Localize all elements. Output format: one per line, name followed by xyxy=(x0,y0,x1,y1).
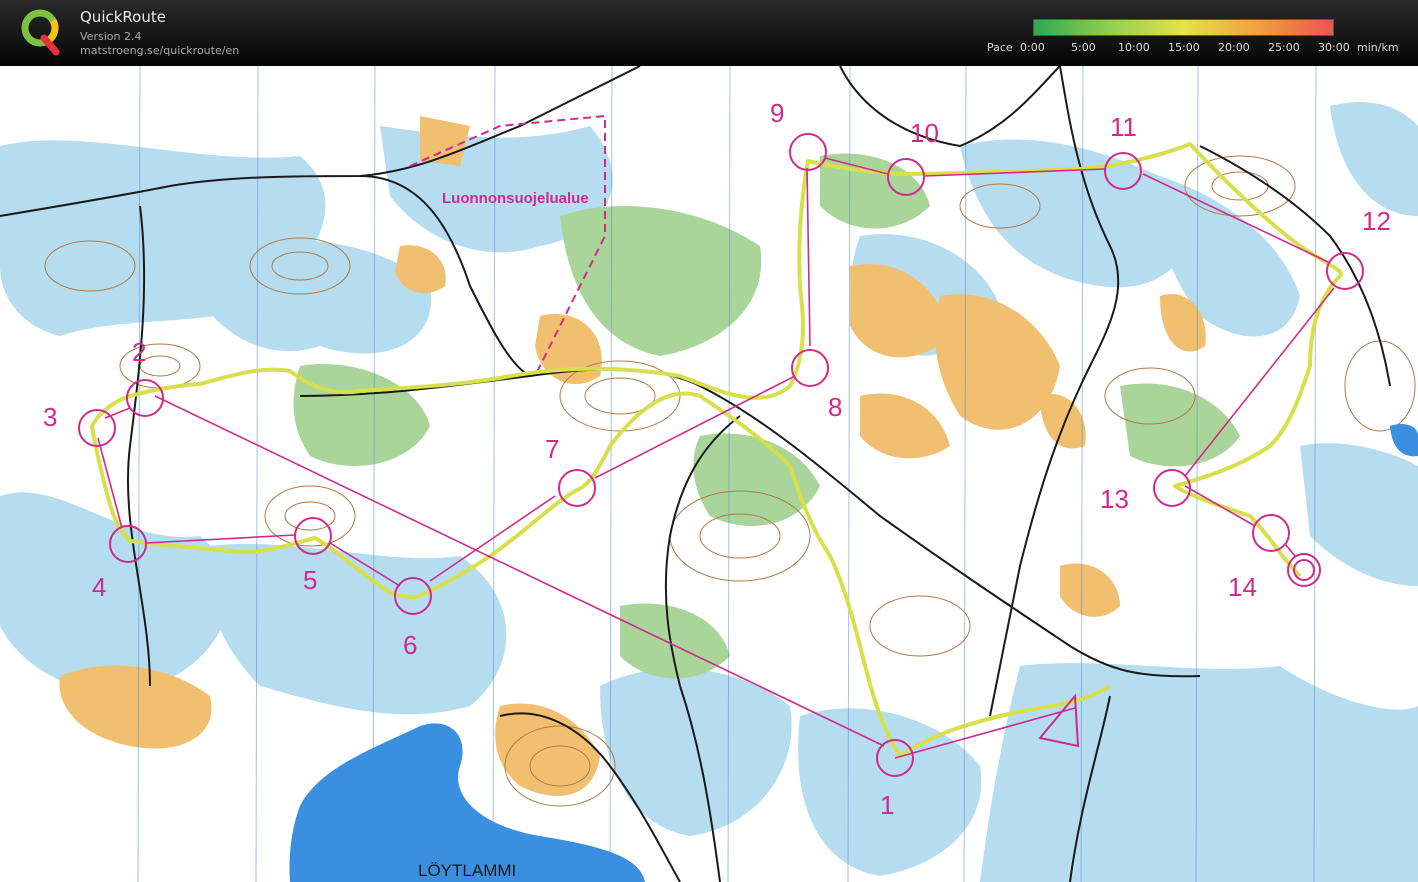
control-1-number: 1 xyxy=(880,790,894,820)
control-10-number: 10 xyxy=(910,118,939,148)
pace-tick-0: 0:00 xyxy=(1020,41,1045,54)
control-14-number: 14 xyxy=(1228,572,1257,602)
control-6-number: 6 xyxy=(403,630,417,660)
control-3-number: 3 xyxy=(43,402,57,432)
pace-tick-1: 5:00 xyxy=(1071,41,1096,54)
pace-unit: min/km xyxy=(1357,41,1399,54)
control-8-number: 8 xyxy=(828,392,842,422)
pace-tick-6: 30:00 xyxy=(1318,41,1350,54)
control-7-number: 7 xyxy=(545,434,559,464)
control-9-number: 9 xyxy=(770,98,784,128)
app-url[interactable]: matstroeng.se/quickroute/en xyxy=(80,44,239,57)
app-name: QuickRoute xyxy=(80,8,166,26)
pace-tick-4: 20:00 xyxy=(1218,41,1250,54)
pace-label: Pace xyxy=(987,41,1013,54)
app-header: QuickRoute Version 2.4 matstroeng.se/qui… xyxy=(0,0,1418,66)
protected-area-label: Luonnonsuojelualue xyxy=(442,190,589,207)
orienteering-map[interactable]: Luonnonsuojelualue LÖYTLAMMI 1 2 3 4 5 6… xyxy=(0,66,1418,882)
pace-tick-3: 15:00 xyxy=(1168,41,1200,54)
pace-tick-5: 25:00 xyxy=(1268,41,1300,54)
lake-label: LÖYTLAMMI xyxy=(418,861,516,880)
pace-tick-2: 10:00 xyxy=(1118,41,1150,54)
control-5-number: 5 xyxy=(303,565,317,595)
control-11-number: 11 xyxy=(1110,112,1137,142)
control-12-number: 12 xyxy=(1362,206,1391,236)
control-13-number: 13 xyxy=(1100,484,1129,514)
app-version: Version 2.4 xyxy=(80,30,142,43)
control-4-number: 4 xyxy=(92,572,106,602)
pace-color-scale xyxy=(1033,19,1334,36)
quickroute-logo-icon xyxy=(21,9,60,56)
control-2-number: 2 xyxy=(132,337,146,367)
